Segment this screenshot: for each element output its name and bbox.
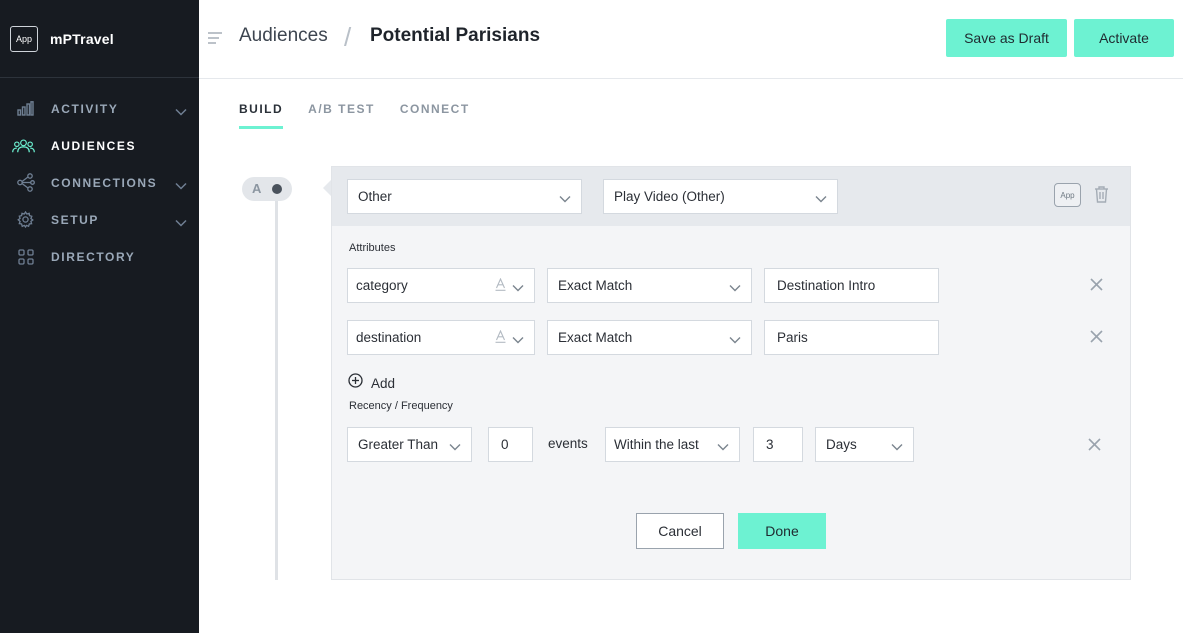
timeline-line <box>275 196 278 580</box>
chevron-down-icon <box>449 439 461 454</box>
event-name-select[interactable]: Play Video (Other) <box>603 179 838 214</box>
node-dot <box>272 184 282 194</box>
activate-button[interactable]: Activate <box>1074 19 1174 57</box>
chevron-down-icon <box>891 439 903 454</box>
tab-build[interactable]: BUILD <box>239 102 284 129</box>
sidebar-item-label: AUDIENCES <box>51 138 137 153</box>
page-title: Potential Parisians <box>370 25 541 46</box>
menu-icon[interactable] <box>207 31 223 50</box>
chevron-down-icon <box>815 191 827 206</box>
breadcrumb-separator: / <box>344 22 352 52</box>
event-name-value: Play Video (Other) <box>614 189 725 204</box>
time-window-value: Within the last <box>614 437 699 452</box>
chevron-down-icon <box>559 191 571 206</box>
remove-attribute-icon[interactable] <box>1090 330 1103 348</box>
people-icon <box>12 136 35 155</box>
page-header: Audiences / Potential Parisians Save as … <box>199 0 1183 79</box>
attribute-value-input[interactable]: Paris <box>764 320 939 355</box>
app-badge: App <box>10 25 38 52</box>
chevron-down-icon[interactable] <box>175 177 187 195</box>
attribute-operator-select[interactable]: Exact Match <box>547 320 752 355</box>
remove-recency-icon[interactable] <box>1088 438 1101 456</box>
node-letter: A <box>252 181 262 196</box>
time-window-value-input[interactable]: 3 <box>753 427 803 462</box>
event-type-value: Other <box>358 189 392 204</box>
plus-circle-icon <box>348 373 363 393</box>
attribute-name-value: destination <box>356 330 422 345</box>
sidebar-item-label: DIRECTORY <box>51 249 136 264</box>
chevron-down-icon <box>512 280 524 295</box>
sidebar-item-label: ACTIVITY <box>51 101 119 116</box>
sidebar-item-directory[interactable]: DIRECTORY <box>0 238 199 275</box>
comparison-value: Greater Than <box>358 437 439 452</box>
event-count-input[interactable]: 0 <box>488 427 533 462</box>
recency-frequency-label: Recency / Frequency <box>349 400 453 412</box>
chevron-down-icon[interactable] <box>175 214 187 232</box>
tab-bar: BUILD A/B TEST CONNECT <box>239 102 495 129</box>
tab-ab-test[interactable]: A/B TEST <box>308 102 375 129</box>
sidebar-item-audiences[interactable]: AUDIENCES <box>0 127 199 164</box>
brand[interactable]: App mPTravel <box>0 0 199 78</box>
sidebar-item-setup[interactable]: SETUP <box>0 201 199 238</box>
sidebar-item-label: CONNECTIONS <box>51 175 158 190</box>
done-button[interactable]: Done <box>738 513 826 549</box>
attribute-operator-value: Exact Match <box>558 330 633 345</box>
string-type-icon <box>495 329 506 346</box>
save-as-draft-button[interactable]: Save as Draft <box>946 19 1067 57</box>
add-attribute-button[interactable]: Add <box>348 373 395 393</box>
panel-pointer <box>323 180 331 196</box>
attribute-operator-select[interactable]: Exact Match <box>547 268 752 303</box>
sidebar: App mPTravel ACTIVITY AUDIENCES CONNECTI… <box>0 0 199 633</box>
time-unit-select[interactable]: Days <box>815 427 914 462</box>
criteria-header: Other Play Video (Other) App <box>332 167 1130 226</box>
bar-chart-icon <box>16 99 35 118</box>
attribute-operator-value: Exact Match <box>558 278 633 293</box>
sidebar-item-label: SETUP <box>51 212 100 227</box>
gear-icon <box>16 210 35 229</box>
chevron-down-icon[interactable] <box>175 103 187 121</box>
sidebar-nav: ACTIVITY AUDIENCES CONNECTIONS SETUP DIR… <box>0 78 199 275</box>
remove-attribute-icon[interactable] <box>1090 278 1103 296</box>
string-type-icon <box>495 277 506 294</box>
event-type-select[interactable]: Other <box>347 179 582 214</box>
events-label: events <box>548 436 588 451</box>
trash-icon[interactable] <box>1094 186 1109 208</box>
tab-connect[interactable]: CONNECT <box>400 102 470 129</box>
attributes-label: Attributes <box>349 242 396 254</box>
sidebar-item-activity[interactable]: ACTIVITY <box>0 90 199 127</box>
criteria-panel: Other Play Video (Other) App Attributes … <box>331 166 1131 580</box>
attribute-value-input[interactable]: Destination Intro <box>764 268 939 303</box>
add-label: Add <box>371 375 396 391</box>
network-icon <box>16 173 35 192</box>
attribute-name-value: category <box>356 278 408 293</box>
cancel-button[interactable]: Cancel <box>636 513 724 549</box>
attribute-name-select[interactable]: destination <box>347 320 535 355</box>
chevron-down-icon <box>729 280 741 295</box>
brand-name: mPTravel <box>50 30 114 47</box>
breadcrumb-audiences[interactable]: Audiences <box>239 25 328 47</box>
sidebar-item-connections[interactable]: CONNECTIONS <box>0 164 199 201</box>
time-unit-value: Days <box>826 437 857 452</box>
grid-icon <box>16 247 35 266</box>
chevron-down-icon <box>512 332 524 347</box>
attribute-name-select[interactable]: category <box>347 268 535 303</box>
time-window-select[interactable]: Within the last <box>605 427 740 462</box>
timeline-node[interactable]: A <box>242 177 292 201</box>
app-icon[interactable]: App <box>1054 183 1081 207</box>
chevron-down-icon <box>729 332 741 347</box>
comparison-select[interactable]: Greater Than <box>347 427 472 462</box>
chevron-down-icon <box>717 439 729 454</box>
